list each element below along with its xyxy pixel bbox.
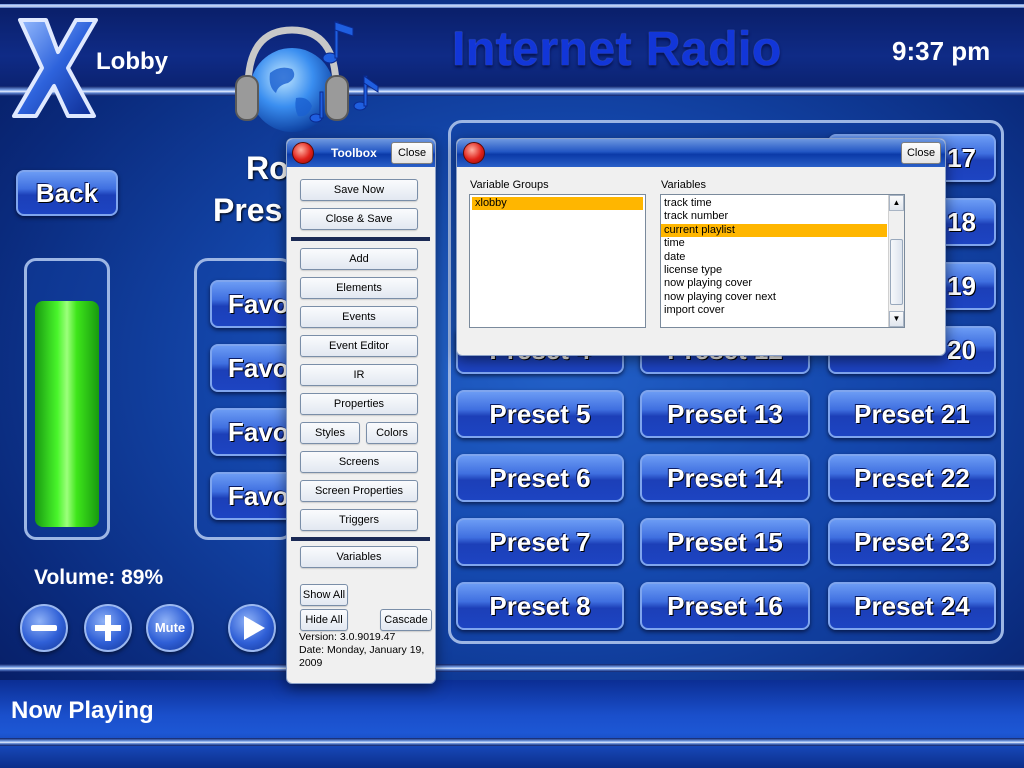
- list-item[interactable]: now playing cover next: [661, 291, 887, 304]
- scroll-down-icon[interactable]: ▼: [889, 311, 904, 327]
- variables-button[interactable]: Variables: [300, 546, 418, 568]
- date-label: Date: Monday, January 19, 2009: [299, 644, 425, 669]
- now-playing-label: Now Playing: [11, 697, 154, 724]
- list-item[interactable]: time: [661, 237, 887, 250]
- preset-button-14[interactable]: Preset 14: [640, 454, 810, 502]
- preset-button-8[interactable]: Preset 8: [456, 582, 624, 630]
- show-all-button[interactable]: Show All: [300, 584, 348, 606]
- save-now-button[interactable]: Save Now: [300, 179, 418, 201]
- variables-label: Variables: [661, 179, 707, 191]
- location-label: Lobby: [96, 48, 168, 75]
- scrollbar-thumb[interactable]: [890, 239, 903, 305]
- list-item[interactable]: xlobby: [472, 197, 643, 211]
- preset-button-15[interactable]: Preset 15: [640, 518, 810, 566]
- preset-button-5[interactable]: Preset 5: [456, 390, 624, 438]
- triggers-button[interactable]: Triggers: [300, 509, 418, 531]
- page-title: Internet Radio: [452, 23, 782, 76]
- dialog-status-icon: [463, 142, 485, 164]
- toolbox-title: Toolbox: [331, 146, 377, 160]
- variables-dialog-close-button[interactable]: Close: [901, 142, 941, 164]
- add-button[interactable]: Add: [300, 248, 418, 270]
- version-label: Version: 3.0.9019.47: [299, 631, 396, 643]
- volume-up-button[interactable]: [84, 604, 132, 652]
- footer-divider-bottom: [0, 738, 1024, 746]
- ir-button[interactable]: IR: [300, 364, 418, 386]
- volume-meter[interactable]: [24, 258, 110, 540]
- preset-button-16[interactable]: Preset 16: [640, 582, 810, 630]
- list-item[interactable]: track time: [661, 197, 887, 210]
- radio-globe-icon: [230, 18, 390, 136]
- toolbox-window: Toolbox Close Save Now Close & Save Add …: [286, 138, 436, 684]
- close-save-button[interactable]: Close & Save: [300, 208, 418, 230]
- xlobby-logo: [10, 12, 98, 122]
- list-item[interactable]: date: [661, 251, 887, 264]
- screen-properties-button[interactable]: Screen Properties: [300, 480, 418, 502]
- variables-scrollbar[interactable]: ▲ ▼: [888, 195, 904, 327]
- preset-button-21[interactable]: Preset 21: [828, 390, 996, 438]
- header-divider: [0, 86, 1024, 96]
- play-button[interactable]: [228, 604, 276, 652]
- toolbox-status-icon: [292, 142, 314, 164]
- variable-groups-list[interactable]: xlobby: [469, 194, 646, 328]
- elements-button[interactable]: Elements: [300, 277, 418, 299]
- list-item[interactable]: track number: [661, 210, 887, 223]
- preset-button-22[interactable]: Preset 22: [828, 454, 996, 502]
- plus-icon: [95, 614, 121, 641]
- app-screen: { "header": { "logo_letter": "X", "locat…: [0, 0, 1024, 768]
- list-item-selected[interactable]: current playlist: [661, 223, 887, 238]
- preset-button-7[interactable]: Preset 7: [456, 518, 624, 566]
- favorite-button-3[interactable]: Favo: [210, 408, 294, 456]
- preset-button-23[interactable]: Preset 23: [828, 518, 996, 566]
- scroll-up-icon[interactable]: ▲: [889, 195, 904, 211]
- events-button[interactable]: Events: [300, 306, 418, 328]
- clock: 9:37 pm: [892, 36, 991, 66]
- preset-button-13[interactable]: Preset 13: [640, 390, 810, 438]
- preset-button-24[interactable]: Preset 24: [828, 582, 996, 630]
- mute-button[interactable]: Mute: [146, 604, 194, 652]
- list-item[interactable]: import cover: [661, 304, 887, 317]
- hide-all-button[interactable]: Hide All: [300, 609, 348, 631]
- favorite-button-2[interactable]: Favo: [210, 344, 294, 392]
- variable-groups-label: Variable Groups: [470, 179, 549, 191]
- variables-dialog: Close Variable Groups xlobby Variables t…: [456, 138, 946, 356]
- minus-icon: [31, 624, 57, 631]
- cascade-button[interactable]: Cascade: [380, 609, 432, 631]
- preset-button-6[interactable]: Preset 6: [456, 454, 624, 502]
- screen-heading-line2: Pres: [213, 192, 283, 228]
- toolbox-separator: [291, 237, 430, 241]
- footer-divider-top: [0, 664, 1024, 672]
- list-item[interactable]: now playing cover: [661, 277, 887, 290]
- volume-down-button[interactable]: [20, 604, 68, 652]
- screen-heading-line1: Ro: [246, 150, 289, 186]
- back-button[interactable]: Back: [16, 170, 118, 216]
- toolbox-separator: [291, 537, 430, 541]
- volume-label: Volume: 89%: [34, 566, 164, 589]
- styles-button[interactable]: Styles: [300, 422, 360, 444]
- properties-button[interactable]: Properties: [300, 393, 418, 415]
- favorite-button-4[interactable]: Favo: [210, 472, 294, 520]
- event-editor-button[interactable]: Event Editor: [300, 335, 418, 357]
- colors-button[interactable]: Colors: [366, 422, 418, 444]
- volume-level-fill: [35, 301, 99, 527]
- favorite-button-1[interactable]: Favo: [210, 280, 294, 328]
- toolbox-close-button[interactable]: Close: [391, 142, 433, 164]
- play-icon: [244, 615, 265, 640]
- variables-list[interactable]: track time track number current playlist…: [660, 194, 905, 328]
- list-item[interactable]: license type: [661, 264, 887, 277]
- variables-dialog-titlebar[interactable]: [457, 139, 945, 167]
- screens-button[interactable]: Screens: [300, 451, 418, 473]
